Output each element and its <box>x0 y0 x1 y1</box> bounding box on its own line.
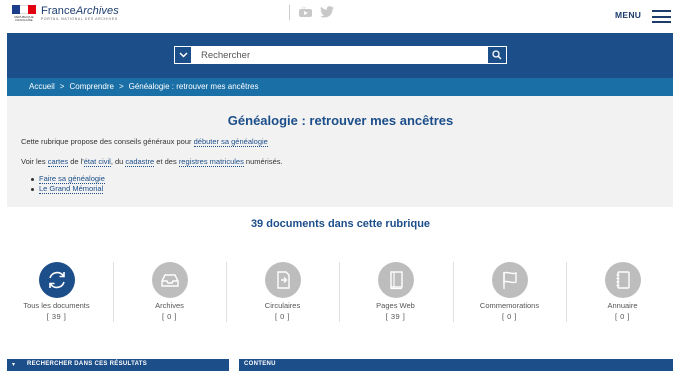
inbox-tray-icon <box>160 274 179 287</box>
category-circulaires[interactable]: Circulaires [ 0 ] <box>226 258 339 321</box>
republique-francaise-logo: RÉPUBLIQUE FRANÇAISE <box>11 5 37 23</box>
search-in-results-panel-header[interactable]: ▾ RECHERCHER DANS CES RÉSULTATS <box>7 359 229 371</box>
intro-line-1: Cette rubrique propose des conseils géné… <box>21 137 268 147</box>
category-pages-web[interactable]: Pages Web [ 39 ] <box>339 258 452 321</box>
link-registres-matricules[interactable]: registres matricules <box>178 157 244 167</box>
list-item: Le Grand Mémorial <box>30 184 105 194</box>
category-label: Pages Web <box>376 301 415 310</box>
category-count: [ 0 ] <box>614 312 630 321</box>
category-label: Tous les documents <box>23 301 90 310</box>
category-icon-circle <box>491 262 528 298</box>
breadcrumb-item-comprendre[interactable]: Comprendre <box>69 82 113 91</box>
tricolor-flag-icon <box>12 5 36 14</box>
content-panel-header: CONTENU <box>239 359 673 371</box>
category-count: [ 0 ] <box>274 312 290 321</box>
republic-text: RÉPUBLIQUE FRANÇAISE <box>14 15 34 22</box>
menu-label[interactable]: MENU <box>615 10 641 20</box>
brand: FranceArchives PORTAIL NATIONAL DES ARCH… <box>41 5 119 22</box>
site-header: RÉPUBLIQUE FRANÇAISE FranceArchives PORT… <box>0 0 681 33</box>
twitter-icon[interactable] <box>320 6 334 18</box>
link-faire-genealogie[interactable]: Faire sa généalogie <box>39 174 105 184</box>
panel-title: RECHERCHER DANS CES RÉSULTATS <box>27 361 148 367</box>
breadcrumb: Accueil > Comprendre > Généalogie : retr… <box>29 82 258 91</box>
breadcrumb-item-accueil[interactable]: Accueil <box>29 82 55 91</box>
search-options-toggle[interactable] <box>175 47 191 63</box>
documents-count-heading: 39 documents dans cette rubrique <box>250 218 431 230</box>
category-icon-circle <box>264 262 301 298</box>
refresh-icon <box>48 271 65 289</box>
search-button[interactable] <box>488 47 506 63</box>
link-cartes[interactable]: cartes <box>47 157 69 167</box>
category-count: [ 0 ] <box>161 312 177 321</box>
category-count: [ 39 ] <box>385 312 406 321</box>
brand-subtitle: PORTAIL NATIONAL DES ARCHIVES <box>41 17 118 21</box>
category-tous-les-documents[interactable]: Tous les documents [ 39 ] <box>0 258 113 321</box>
category-annuaire[interactable]: Annuaire [ 0 ] <box>566 258 679 321</box>
svg-text:You: You <box>301 6 306 10</box>
panel-title: CONTENU <box>244 361 276 367</box>
category-icon-circle <box>151 262 188 298</box>
category-label: Circulaires <box>264 301 301 310</box>
document-export-icon <box>276 271 290 289</box>
category-icon-circle <box>38 262 75 298</box>
related-links: Faire sa généalogie Le Grand Mémorial <box>30 174 105 194</box>
book-icon <box>389 271 403 290</box>
category-icon-circle <box>604 262 641 298</box>
francearchives-logo[interactable]: RÉPUBLIQUE FRANÇAISE FranceArchives PORT… <box>11 5 119 23</box>
search-input[interactable] <box>195 47 485 63</box>
chevron-down-icon <box>178 52 188 58</box>
breadcrumb-separator: > <box>59 82 65 91</box>
category-commemorations[interactable]: Commemorations [ 0 ] <box>453 258 566 321</box>
flag-icon <box>502 271 517 289</box>
panel-caret-icon: ▾ <box>12 362 16 368</box>
youtube-icon[interactable]: You <box>299 6 312 19</box>
breadcrumb-separator: > <box>118 82 124 91</box>
category-count: [ 39 ] <box>46 312 67 321</box>
category-label: Annuaire <box>607 301 638 310</box>
category-archives[interactable]: Archives [ 0 ] <box>113 258 226 321</box>
brand-name: FranceArchives <box>41 5 119 17</box>
category-label: Archives <box>155 301 184 310</box>
category-filters: Tous les documents [ 39 ] Archives [ 0 ]… <box>0 258 681 328</box>
breadcrumb-item-current: Généalogie : retrouver mes ancêtres <box>128 82 259 91</box>
category-icon-circle <box>377 262 414 298</box>
category-label: Commemorations <box>479 301 540 310</box>
hamburger-menu-icon[interactable] <box>652 10 671 23</box>
search-icon <box>492 50 502 60</box>
link-etat-civil[interactable]: état civil <box>83 157 111 167</box>
link-cadastre[interactable]: cadastre <box>125 157 155 167</box>
link-grand-memorial[interactable]: Le Grand Mémorial <box>39 184 104 194</box>
intro-line-2: Voir les cartes de l'état civil, du cada… <box>21 157 283 167</box>
category-count: [ 0 ] <box>501 312 517 321</box>
page-title: Généalogie : retrouver mes ancêtres <box>227 113 454 128</box>
header-divider <box>289 5 290 20</box>
link-debuter-genealogie[interactable]: débuter sa généalogie <box>193 137 268 147</box>
address-book-icon <box>616 271 630 289</box>
list-item: Faire sa généalogie <box>30 174 105 184</box>
